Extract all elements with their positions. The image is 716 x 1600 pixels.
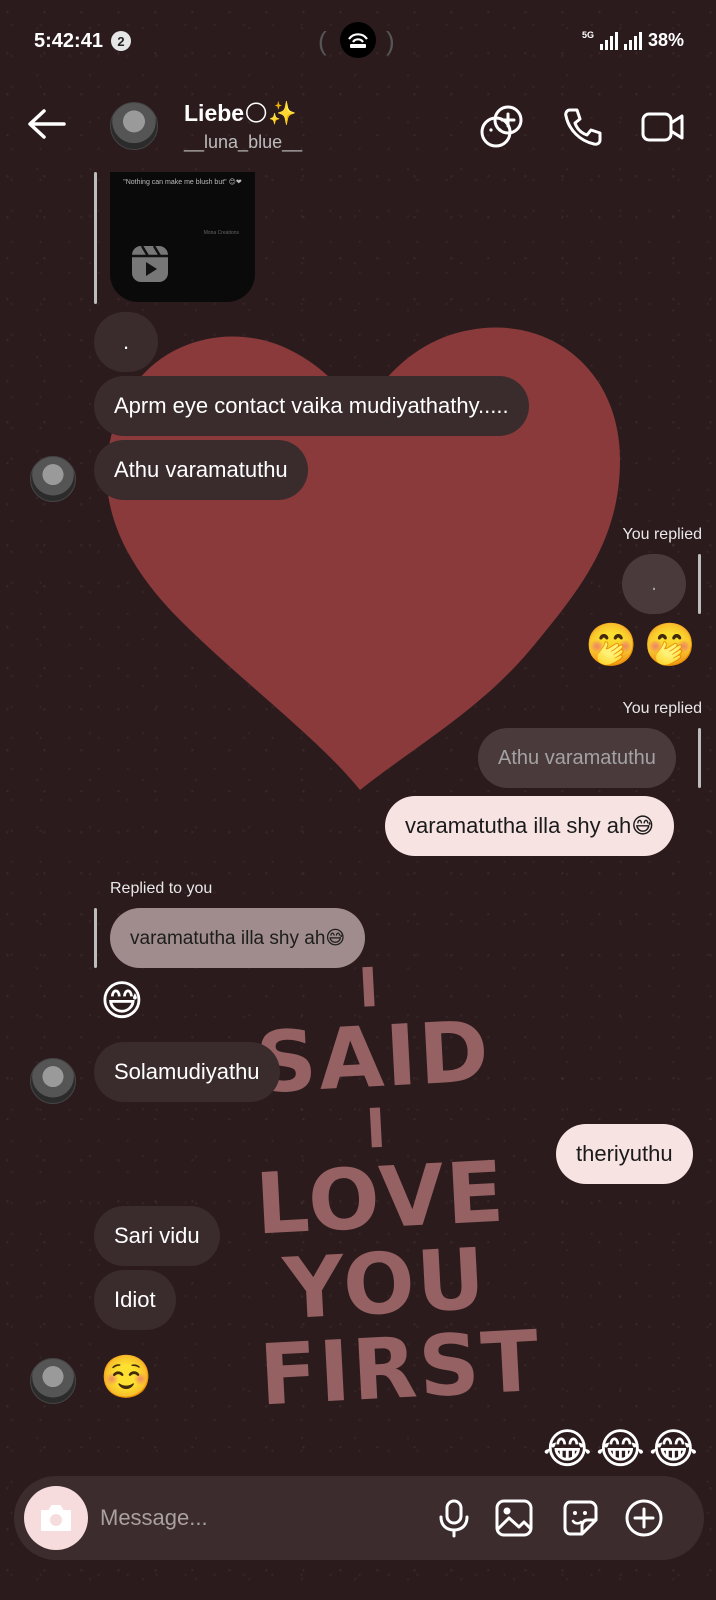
emoji-message[interactable]: ☺️ [100, 1356, 152, 1398]
message-text: . [122, 329, 130, 354]
signal-icon-2 [623, 31, 642, 50]
emoji-message[interactable]: 😅 [100, 980, 144, 1022]
wallpaper-line: SAID [253, 1002, 493, 1113]
received-message[interactable]: Idiot [94, 1270, 176, 1330]
gallery-icon[interactable] [492, 1496, 536, 1540]
quoted-text: . [651, 572, 657, 595]
message-text: Idiot [114, 1287, 156, 1312]
battery-percent: 38% [647, 30, 684, 50]
message-text: Sari vidu [114, 1223, 200, 1248]
reel-caption: "Nothing can make me blush but" 😊❤ [123, 179, 242, 186]
video-call-icon[interactable] [640, 104, 686, 150]
camera-button[interactable] [24, 1486, 88, 1550]
chat-header: Liebe🌕✨ __luna_blue__ [0, 86, 716, 170]
emoji-message[interactable]: 😂😂😂 [543, 1428, 702, 1470]
camera-icon [41, 1505, 71, 1531]
network-type: 5G [581, 30, 594, 40]
sent-message[interactable]: varamatutha illa shy ah😅 [385, 796, 675, 856]
microphone-icon[interactable] [432, 1496, 476, 1540]
hotspot-icon [340, 22, 376, 58]
status-time: 5:42:41 [34, 30, 103, 52]
reply-quote[interactable]: Athu varamatuthu [478, 728, 676, 788]
island-bracket-left: ( [318, 26, 327, 56]
add-people-icon[interactable] [478, 104, 524, 150]
shared-reel-preview[interactable]: "Nothing can make me blush but" 😊❤ Mona … [110, 172, 255, 302]
signal-icon [599, 31, 618, 50]
status-indicators: 5G 38% [582, 30, 684, 51]
received-message[interactable]: Solamudiyathu [94, 1042, 280, 1102]
reply-quote[interactable]: . [622, 554, 686, 614]
contact-avatar[interactable] [110, 102, 158, 150]
message-text: Athu varamatuthu [114, 457, 288, 482]
quote-bar [698, 728, 701, 788]
quote-bar [94, 172, 97, 304]
reply-quote[interactable]: varamatutha illa shy ah😅 [110, 908, 366, 968]
sent-message[interactable]: theriyuthu [556, 1124, 693, 1184]
island-bracket-right: ) [386, 26, 395, 56]
contact-name[interactable]: Liebe🌕✨ [184, 100, 297, 127]
message-text: theriyuthu [576, 1141, 673, 1166]
reels-icon [132, 245, 168, 282]
received-message[interactable]: Athu varamatuthu [94, 440, 308, 500]
sender-avatar[interactable] [30, 1058, 76, 1104]
wallpaper-line: FIRST [257, 1312, 544, 1425]
message-input[interactable] [100, 1496, 400, 1540]
back-arrow-icon[interactable] [24, 104, 70, 144]
replied-to-you-label: Replied to you [110, 880, 213, 897]
wallpaper-text: I SAID I LOVE YOU FIRST [238, 954, 544, 1425]
phone-icon[interactable] [560, 104, 606, 150]
contact-username[interactable]: __luna_blue__ [184, 132, 302, 153]
sticker-icon[interactable] [558, 1496, 602, 1540]
sender-avatar[interactable] [30, 1358, 76, 1404]
received-message[interactable]: . [94, 312, 158, 372]
message-text: Aprm eye contact vaika mudiyathathy..... [114, 393, 509, 418]
sender-avatar[interactable] [30, 456, 76, 502]
message-composer [14, 1476, 704, 1560]
reel-watermark: Mona Creations [203, 230, 239, 236]
message-text: Solamudiyathu [114, 1059, 260, 1084]
received-message[interactable]: Aprm eye contact vaika mudiyathathy..... [94, 376, 529, 436]
quote-bar [94, 908, 97, 968]
you-replied-label: You replied [622, 526, 702, 543]
quote-bar [698, 554, 701, 614]
message-text: varamatutha illa shy ah😅 [405, 813, 655, 838]
notification-count-badge: 2 [111, 31, 131, 51]
emoji-message[interactable]: 🤭🤭 [585, 624, 702, 666]
quoted-text: varamatutha illa shy ah😅 [130, 927, 346, 949]
quoted-text: Athu varamatuthu [498, 746, 656, 769]
you-replied-label: You replied [622, 700, 702, 717]
received-message[interactable]: Sari vidu [94, 1206, 220, 1266]
status-bar: 5:42:41 2 ( ) 5G 38% [0, 0, 716, 82]
add-circle-icon[interactable] [622, 1496, 666, 1540]
